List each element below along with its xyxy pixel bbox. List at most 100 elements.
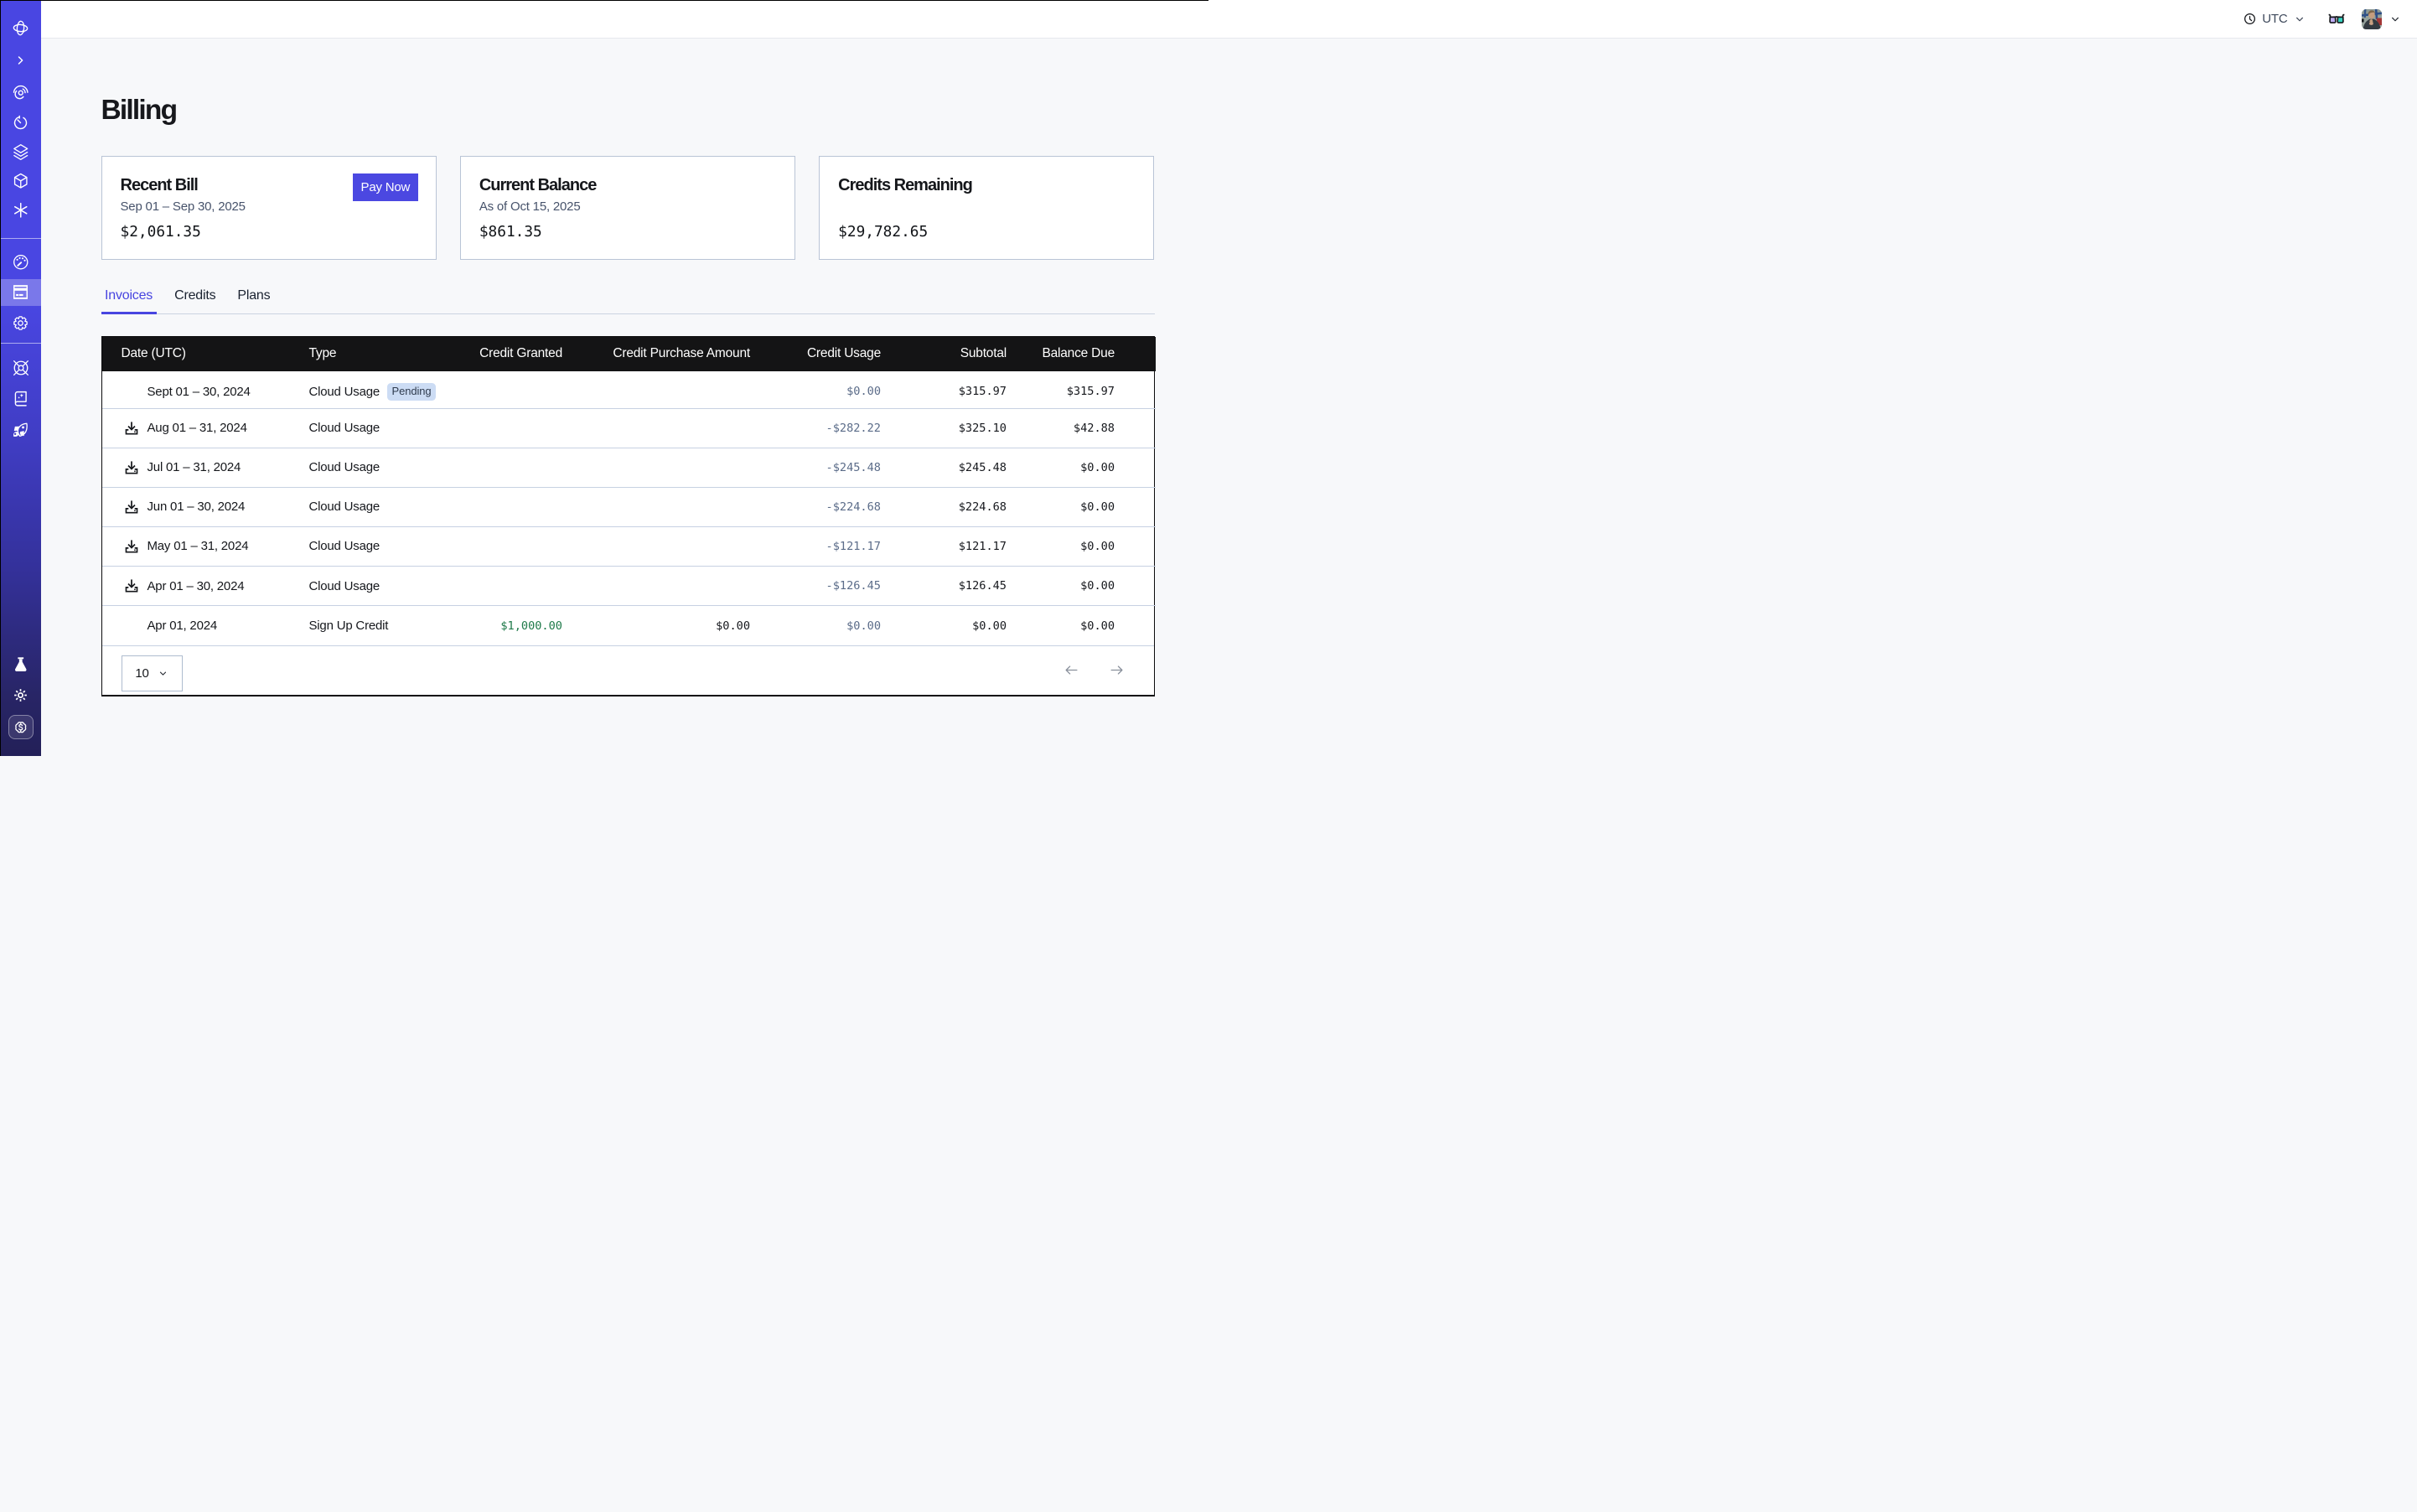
credits-remaining-card: Credits Remaining $29,782.65 [819,156,1154,260]
invoice-type: Cloud Usage [309,460,380,474]
sidebar-divider-1 [0,238,41,239]
user-menu-button[interactable] [2389,13,2401,25]
current-balance-card: Current Balance As of Oct 15, 2025 $861.… [460,156,795,260]
cell-credit_granted: $1,000.00 [452,606,563,645]
book-sparkles-icon [13,391,29,407]
column-header: Balance Due [1007,337,1156,371]
cell-credit_granted [452,567,563,606]
sidebar-divider-2 [0,343,41,344]
recent-bill-amount: $2,061.35 [121,223,417,241]
chevron-right-icon [14,54,27,67]
cell-credit_usage: -$224.68 [750,487,881,526]
cell-subtotal: $0.00 [881,606,1007,645]
sidebar-item-cube[interactable] [0,174,41,189]
sidebar-item-theme[interactable] [0,688,41,702]
sidebar-item-usage[interactable] [0,256,41,270]
cell-credit_usage: -$121.17 [750,526,881,566]
current-balance-amount: $861.35 [479,223,776,241]
page-size-select[interactable]: 10 [122,655,183,691]
invoices-table: Date (UTC)TypeCredit GrantedCredit Purch… [101,336,1155,696]
cell-balance_due: $315.97 [1007,371,1156,409]
topbar: UTC [41,0,2417,39]
cell-credit_purchase: $0.00 [562,606,750,645]
layers-icon [12,142,30,161]
cell-credit_purchase [562,526,750,566]
download-invoice-button[interactable] [124,539,139,554]
cell-balance_due: $0.00 [1007,606,1156,645]
cell-credit_purchase [562,371,750,409]
sidebar-item-support[interactable] [0,360,41,375]
timezone-selector[interactable]: UTC [2244,12,2306,26]
sidebar-expand-button[interactable] [0,54,41,67]
invoice-date: Jun 01 – 30, 2024 [148,500,246,514]
cell-credit_purchase [562,567,750,606]
cell-credit_granted [452,448,563,487]
invoice-type: Sign Up Credit [309,619,389,633]
glasses-icon [2328,11,2345,28]
invoice-date: Sept 01 – 30, 2024 [148,385,251,399]
invoice-date: May 01 – 31, 2024 [148,539,249,553]
invoice-row: May 01 – 31, 2024Cloud Usage-$121.17$121… [102,526,1156,566]
sidebar-item-layers[interactable] [0,145,41,159]
sidebar-item-rocket[interactable] [0,423,41,438]
sidebar-item-billing[interactable] [0,285,41,299]
window-edge-top [0,0,1208,1]
sidebar-item-credits-promo[interactable] [8,715,34,739]
download-icon [124,421,139,436]
column-header: Subtotal [881,337,1007,371]
invoice-type: Cloud Usage [309,421,380,435]
cell-credit_usage: -$126.45 [750,567,881,606]
sidebar-item-docs[interactable] [0,392,41,406]
download-icon [124,578,139,593]
tab-plans[interactable]: Plans [234,288,274,313]
timer-icon [13,115,28,131]
page-title: Billing [101,95,177,127]
cell-credit_granted [452,487,563,526]
avatar[interactable] [2362,9,2382,29]
cube-icon [12,172,30,190]
column-header: Credit Purchase Amount [562,337,750,371]
billing-card-icon [13,285,28,299]
card-as-of: As of Oct 15, 2025 [479,199,776,214]
sidebar [0,0,41,756]
next-page-button[interactable] [1109,662,1125,678]
tab-invoices[interactable]: Invoices [101,288,157,313]
clock-icon [2244,13,2256,25]
main-content: Billing Recent Bill Sep 01 – Sep 30, 202… [41,39,2417,1512]
card-title: Current Balance [479,176,776,195]
sidebar-item-labs[interactable] [0,658,41,672]
cell-subtotal: $325.10 [881,408,1007,448]
cell-credit_purchase [562,408,750,448]
column-header: Type [309,337,452,371]
status-badge: Pending [387,383,436,401]
rocket-icon [13,422,28,438]
download-invoice-button[interactable] [124,500,139,515]
avatar-image [2362,9,2382,29]
download-invoice-button[interactable] [124,460,139,475]
cell-subtotal: $224.68 [881,487,1007,526]
invoice-type: Cloud Usage [309,539,380,553]
download-invoice-button[interactable] [124,578,139,593]
sidebar-item-connections[interactable] [0,204,41,218]
cell-balance_due: $42.88 [1007,408,1156,448]
cell-credit_granted [452,526,563,566]
reading-mode-button[interactable] [2328,11,2345,28]
download-icon [124,539,139,554]
invoice-type: Cloud Usage [309,500,380,514]
chevron-down-icon [2294,13,2306,25]
tab-credits[interactable]: Credits [171,288,220,313]
prev-page-button[interactable] [1064,662,1079,678]
cell-balance_due: $0.00 [1007,487,1156,526]
chevron-down-icon [2389,13,2401,25]
sidebar-item-timer[interactable] [0,116,41,130]
sidebar-item-settings[interactable] [0,316,41,330]
astro-logo-icon[interactable] [0,20,41,35]
card-period: Sep 01 – Sep 30, 2025 [121,199,417,214]
download-invoice-button[interactable] [124,421,139,436]
column-header: Date (UTC) [102,337,309,371]
timezone-label: UTC [2262,12,2287,26]
pay-now-button[interactable]: Pay Now [353,173,418,201]
cell-balance_due: $0.00 [1007,526,1156,566]
sidebar-item-observe[interactable] [0,86,41,101]
invoice-type: Cloud Usage [309,579,380,593]
